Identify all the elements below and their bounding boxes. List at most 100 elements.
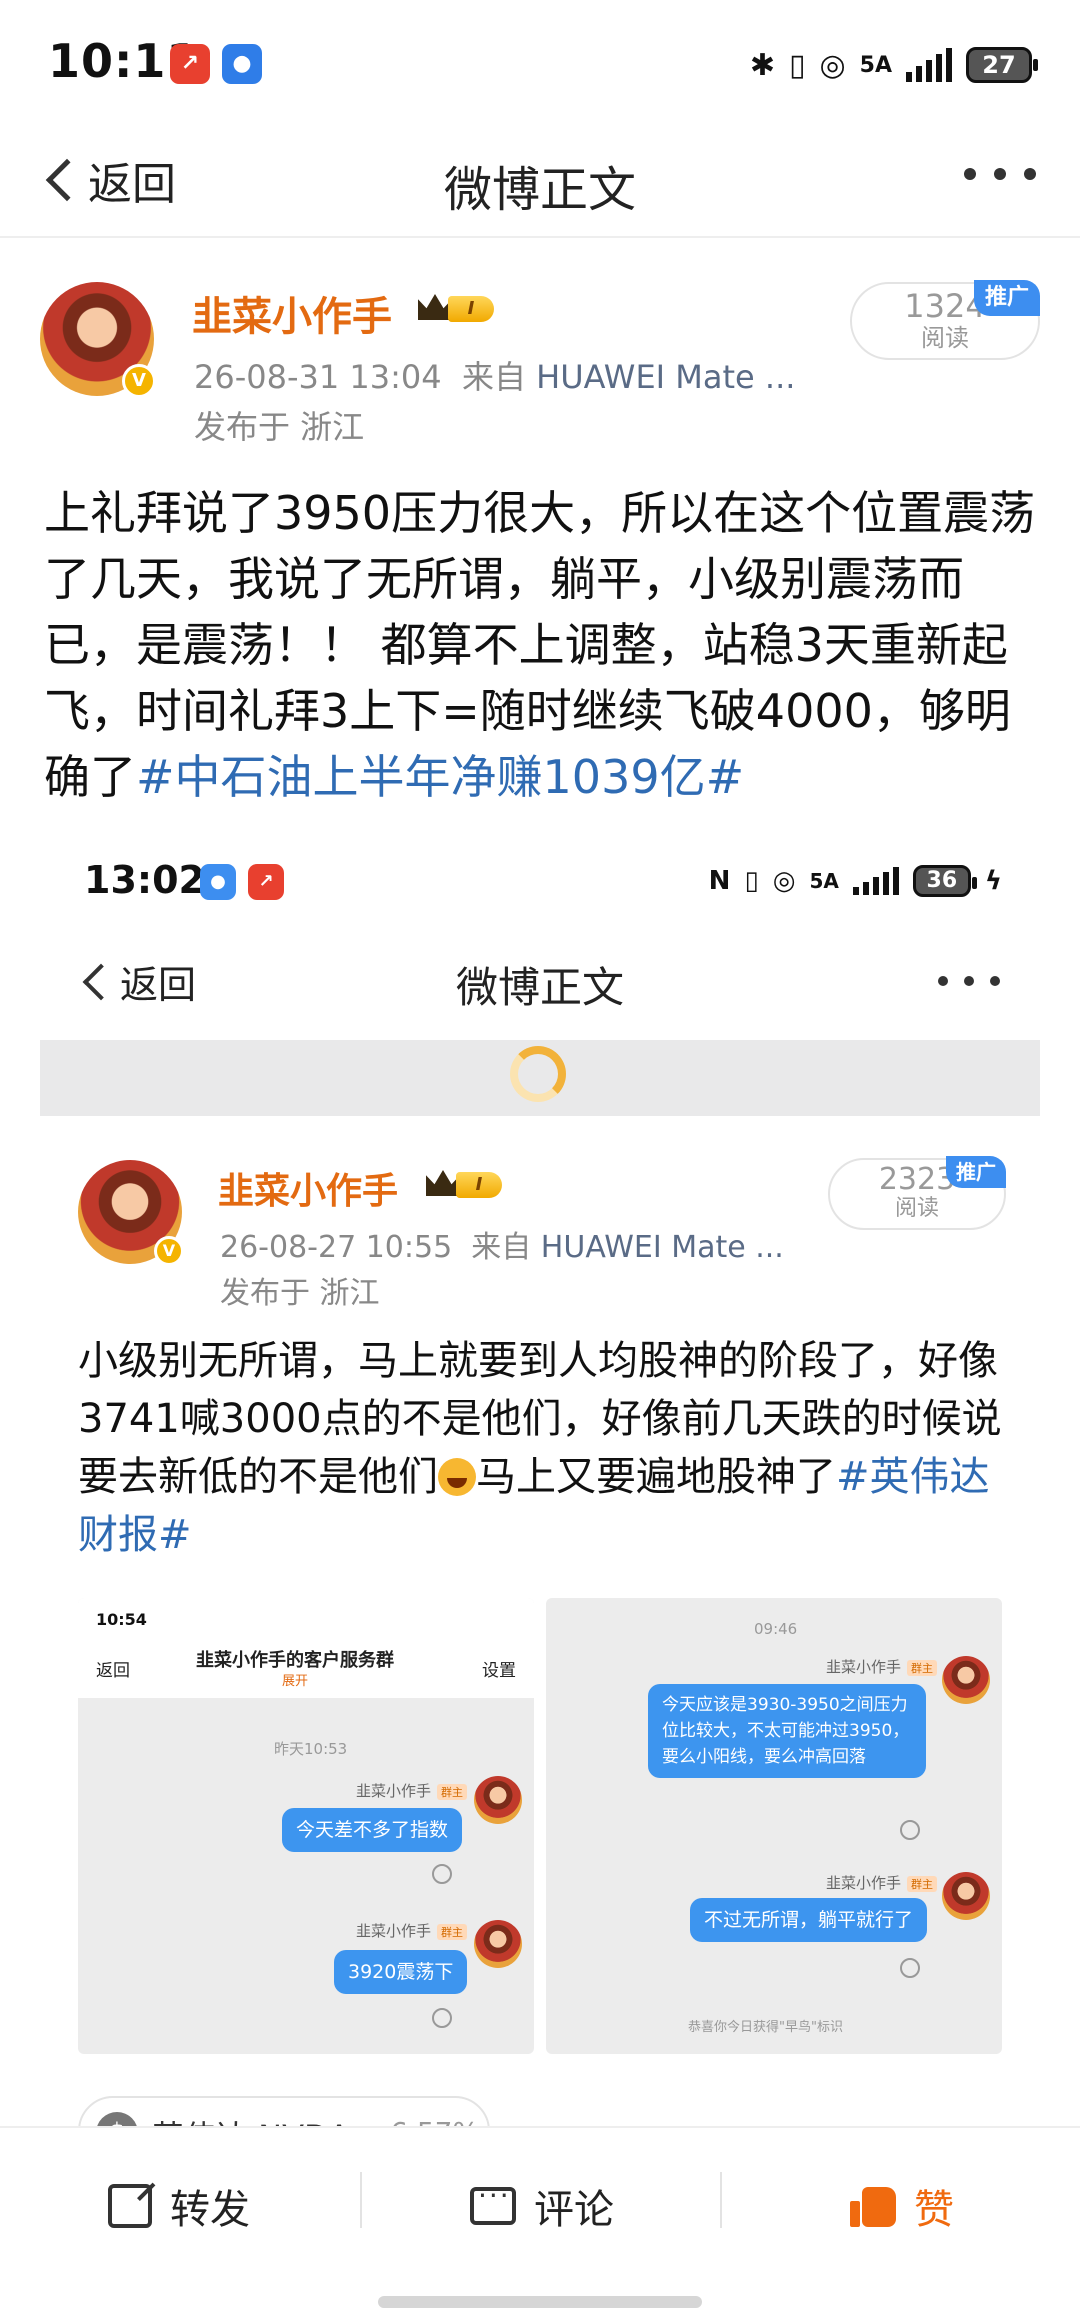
profile-app-icon: ● xyxy=(222,44,262,84)
comment-icon xyxy=(470,2179,516,2225)
chat-screenshot-right[interactable]: 09:46 韭菜小作手 群主 今天应该是3930-3950之间压力位比较大，不太可… xyxy=(546,1598,1002,2054)
embedded-post-text: 小级别无所谓，马上就要到人均股神的阶段了，好像3741喊3000点的不是他们，好… xyxy=(78,1332,1018,1564)
nfc-icon: N xyxy=(708,866,731,896)
embedded-author-name: 韭菜小作手 xyxy=(218,1171,399,1212)
battery-icon: 36 xyxy=(912,865,977,897)
repost-button[interactable]: 转发 xyxy=(108,2168,250,2244)
more-dot-icon xyxy=(1024,168,1036,180)
comment-label: 评论 xyxy=(534,2187,614,2233)
like-button[interactable]: 赞 xyxy=(850,2168,954,2244)
crown-icon xyxy=(418,294,452,320)
shot-left-role-2: 群主 xyxy=(437,1924,468,1940)
home-indicator[interactable] xyxy=(378,2296,702,2308)
shot-left-role-1: 群主 xyxy=(437,1784,468,1800)
vibrate-icon: ▯ xyxy=(744,866,759,896)
post-device[interactable]: HUAWEI Mate ... xyxy=(536,358,795,396)
embedded-status-right: N ▯ ◎ 5A 36 ϟ xyxy=(709,856,1002,906)
shot-left-reaction-icon xyxy=(432,1864,452,1884)
embedded-ad-tag: 推广 xyxy=(946,1156,1006,1188)
embedded-post-via: 来自 xyxy=(471,1230,532,1265)
action-divider xyxy=(720,2172,722,2228)
shot-left-sender-2: 韭菜小作手 群主 xyxy=(356,1920,468,1941)
action-divider xyxy=(360,2172,362,2228)
page-title: 微博正文 xyxy=(443,162,636,218)
charging-icon: ϟ xyxy=(984,866,1002,896)
repost-label: 转发 xyxy=(170,2187,250,2233)
shot-left-reaction-icon xyxy=(432,2008,452,2028)
shot-right-role-1: 群主 xyxy=(907,1660,938,1676)
post-location: 发布于 浙江 xyxy=(194,408,365,446)
shot-right-msg-2: 不过无所谓，躺平就行了 xyxy=(690,1898,928,1942)
hotspot-icon: ◎ xyxy=(772,866,796,896)
comment-button[interactable]: 评论 xyxy=(470,2168,614,2244)
thumbs-up-icon xyxy=(850,2183,896,2229)
stock-app-icon: ↗ xyxy=(248,864,284,900)
shot-left-expand: 展开 xyxy=(282,1674,309,1689)
more-dot-icon xyxy=(964,168,976,180)
embedded-author-avatar: V xyxy=(78,1160,184,1266)
like-label: 赞 xyxy=(914,2187,954,2233)
read-count-label: 阅读 xyxy=(921,324,969,352)
embedded-member-level: I xyxy=(456,1172,502,1198)
embedded-post-device: HUAWEI Mate ... xyxy=(540,1230,784,1265)
embedded-post-datetime: 26-08-27 10:55 xyxy=(220,1230,453,1265)
battery-icon: 27 xyxy=(966,47,1038,83)
shot-left-group-title: 韭菜小作手的客户服务群 xyxy=(196,1650,394,1671)
chat-app-icon: ● xyxy=(200,864,236,900)
shot-right-sender-2-name: 韭菜小作手 xyxy=(826,1874,902,1892)
loading-spinner-icon xyxy=(510,1046,566,1102)
more-options-button[interactable] xyxy=(964,168,1036,180)
embedded-read-count-label: 阅读 xyxy=(894,1196,939,1221)
verified-badge-icon: V xyxy=(122,364,156,398)
shot-right-stamp: 09:46 xyxy=(754,1620,798,1638)
embedded-page-title: 微博正文 xyxy=(455,963,624,1012)
bluetooth-icon: ✱ xyxy=(749,47,775,83)
author-name[interactable]: 韭菜小作手 xyxy=(192,284,392,342)
chat-screenshot-left[interactable]: 10:54 返回 韭菜小作手的客户服务群 展开 设置 昨天10:53 韭菜小作手… xyxy=(78,1598,534,2054)
shot-left-back: 返回 xyxy=(96,1661,130,1681)
share-icon xyxy=(108,2184,152,2228)
shot-left-avatar-2 xyxy=(474,1920,522,1968)
shot-left-settings: 设置 xyxy=(482,1661,516,1681)
verified-badge-icon: V xyxy=(154,1236,184,1266)
shot-right-avatar-2 xyxy=(942,1872,990,1920)
embedded-more-icon xyxy=(938,976,1000,986)
shot-right-msg-1: 今天应该是3930-3950之间压力位比较大，不太可能冲过3950，要么小阳线，… xyxy=(648,1684,926,1778)
post-datetime: 26-08-31 13:04 xyxy=(194,358,442,396)
signal-icon xyxy=(852,867,899,895)
top-nav: 返回 微博正文 xyxy=(0,120,1080,238)
shot-right-sender-2: 韭菜小作手 群主 xyxy=(826,1872,938,1893)
signal-icon xyxy=(906,48,952,82)
shot-left-sender-2-name: 韭菜小作手 xyxy=(356,1922,432,1940)
shot-left-avatar-1 xyxy=(474,1776,522,1824)
shot-left-stamp: 昨天10:53 xyxy=(274,1740,348,1758)
post-meta: 26-08-31 13:04 来自 HUAWEI Mate ... xyxy=(194,352,795,398)
shot-left-msg-1: 今天差不多了指数 xyxy=(282,1808,463,1852)
shot-left-sender-1: 韭菜小作手 群主 xyxy=(356,1780,468,1801)
shot-left-msg-2: 3920震荡下 xyxy=(334,1950,468,1994)
shot-right-sender-1-name: 韭菜小作手 xyxy=(826,1658,902,1676)
embedded-post-meta: 26-08-27 10:55 来自 HUAWEI Mate ... xyxy=(220,1222,784,1266)
shot-right-role-2: 群主 xyxy=(907,1876,938,1892)
ad-tag: 推广 xyxy=(974,280,1040,316)
shot-left-time: 10:54 xyxy=(96,1610,147,1629)
embedded-body-b: 马上又要遍地股神了 xyxy=(476,1454,836,1500)
post-hashtag[interactable]: #中石油上半年净赚1039亿# xyxy=(136,750,744,804)
bottom-action-bar: 转发 评论 赞 xyxy=(0,2126,1080,2324)
shot-right-reaction-icon xyxy=(900,1958,920,1978)
post-via: 来自 xyxy=(461,358,526,396)
shot-right-sender-1: 韭菜小作手 群主 xyxy=(826,1656,938,1677)
more-dot-icon xyxy=(994,168,1006,180)
author-avatar[interactable]: V xyxy=(40,282,156,398)
network-label: 5A xyxy=(859,52,892,78)
laughing-emoji-icon xyxy=(438,1458,476,1496)
embedded-status-time: 13:02 xyxy=(84,858,205,902)
embedded-post-location: 发布于 浙江 xyxy=(220,1276,380,1311)
shot-left-sender-1-name: 韭菜小作手 xyxy=(356,1782,432,1800)
hotspot-icon: ◎ xyxy=(819,47,846,83)
stock-app-icon: ↗ xyxy=(170,44,210,84)
post-text: 上礼拜说了3950压力很大，所以在这个位置震荡了几天，我说了无所谓，躺平，小级别… xyxy=(44,480,1044,810)
member-level: I xyxy=(448,296,494,322)
vibrate-icon: ▯ xyxy=(788,47,806,83)
crown-icon xyxy=(426,1170,460,1196)
